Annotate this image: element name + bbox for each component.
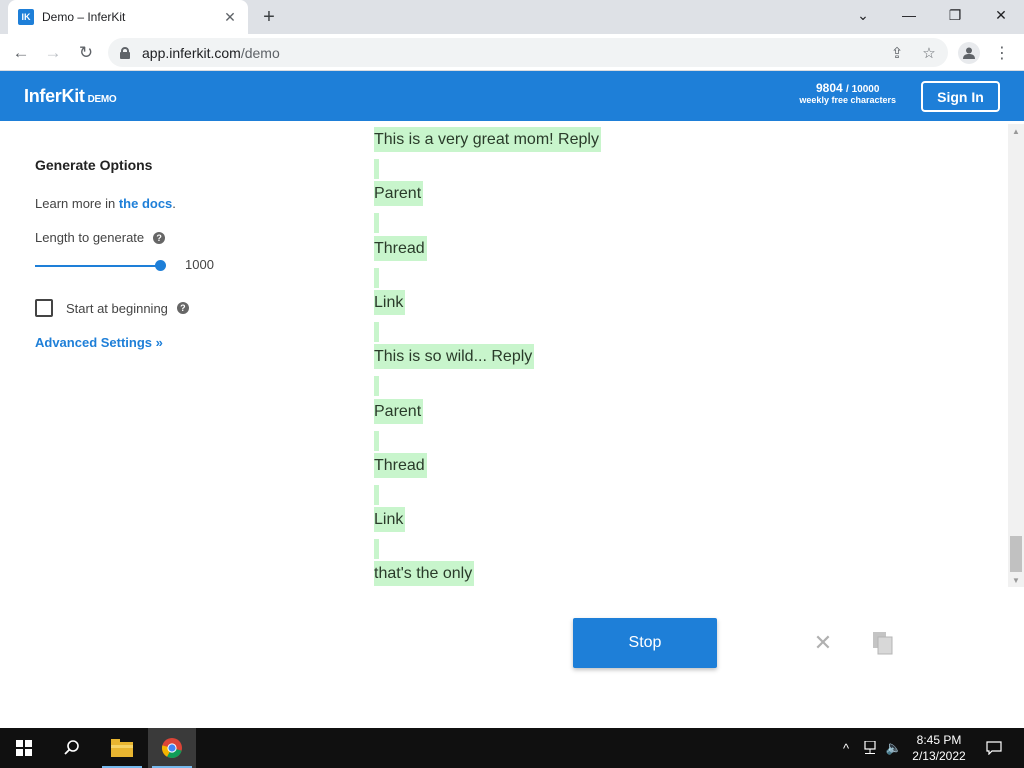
copy-icon[interactable] [872,631,894,655]
restore-icon[interactable]: ❐ [932,0,978,30]
output-blank-line [374,159,379,179]
browser-tab[interactable]: IK Demo – InferKit ✕ [8,0,248,34]
app-header: InferKit DEMO 9804 / 10000 weekly free ch… [0,71,1024,121]
length-label: Length to generate ? [35,230,166,245]
minimize-icon[interactable]: — [886,0,932,30]
tray-chevron-icon[interactable]: ^ [838,740,854,756]
output-blank-line [374,484,379,505]
taskbar-clock[interactable]: 8:45 PM 2/13/2022 [900,732,978,764]
output-line: Link [374,507,406,533]
options-title: Generate Options [35,157,153,173]
quota-total: / 10000 [846,84,880,95]
start-at-beginning-row: Start at beginning ? [35,299,189,317]
output-line: This is a very great mom! Reply [374,127,601,152]
notifications-icon[interactable] [984,740,1004,756]
output-line: Thread [374,452,427,478]
scroll-thumb[interactable] [1010,536,1022,572]
quota-description: weekly free characters [799,95,896,105]
output-line: Link [374,289,406,315]
output-blank-line [374,376,379,397]
tab-search-icon[interactable]: ⌄ [840,0,886,30]
advanced-settings-link[interactable]: Advanced Settings » [35,335,163,350]
slider-track [35,265,161,267]
browser-toolbar: ← → ↻ app.inferkit.com/demo ⇪ ☆ ⋮ [0,34,1024,71]
start-at-beginning-checkbox[interactable] [35,299,53,317]
lock-icon [120,46,130,59]
slider-thumb[interactable] [155,260,166,271]
output-scrollbar[interactable]: ▲ ▼ [1008,124,1024,587]
output-blank-line [374,267,379,288]
learn-more-text: Learn more in the docs. [35,196,176,211]
start-help-icon[interactable]: ? [176,302,189,314]
close-window-icon[interactable]: ✕ [978,0,1024,30]
output-blank-line [374,321,379,342]
stop-button[interactable]: Stop [573,618,717,668]
clear-icon[interactable]: ✕ [813,630,833,655]
length-help-icon[interactable]: ? [153,231,166,244]
start-at-beginning-label: Start at beginning [66,300,168,316]
network-icon[interactable] [862,740,878,756]
scroll-down-icon[interactable]: ▼ [1008,573,1024,587]
reload-icon[interactable]: ↻ [73,40,99,66]
browser-tab-strip: IK Demo – InferKit ✕ + ⌄ — ❐ ✕ [0,0,1024,34]
close-tab-icon[interactable]: ✕ [222,9,238,25]
output-line: Parent [374,181,424,207]
share-icon[interactable]: ⇪ [888,44,906,62]
output-blank-line [374,539,379,560]
brand-logo[interactable]: InferKit DEMO [24,86,117,107]
forward-icon[interactable]: → [40,40,66,66]
output-line: This is so wild... Reply [374,344,535,370]
profile-avatar-icon[interactable] [958,42,980,64]
browser-menu-icon[interactable]: ⋮ [994,42,1010,64]
generated-output[interactable]: This is a very great mom! Reply Parent Thr… [374,124,1004,596]
output-line: Thread [374,235,427,261]
url-text: app.inferkit.com/demo [142,44,280,61]
docs-link[interactable]: the docs [119,196,172,211]
start-icon[interactable] [0,728,48,768]
address-bar[interactable]: app.inferkit.com/demo ⇪ ☆ [108,38,948,67]
bookmark-star-icon[interactable]: ☆ [920,44,938,62]
clock-time: 8:45 PM [916,733,962,747]
length-slider[interactable] [35,259,166,273]
quota-counter: 9804 / 10000 weekly free characters [799,81,896,105]
output-line: that's the only [374,561,475,587]
tab-title: Demo – InferKit [42,10,126,24]
file-explorer-icon[interactable] [98,728,146,768]
quota-used: 9804 [816,81,843,95]
windows-taskbar: ^ 🔈 8:45 PM 2/13/2022 [0,728,1024,768]
length-value: 1000 [185,257,214,272]
output-blank-line [374,430,379,451]
sign-in-button[interactable]: Sign In [921,81,1000,112]
scroll-up-icon[interactable]: ▲ [1008,124,1024,138]
new-tab-icon[interactable]: + [258,6,280,28]
inferkit-favicon-icon: IK [18,9,34,25]
back-icon[interactable]: ← [8,40,34,66]
output-blank-line [374,213,379,234]
chrome-taskbar-icon[interactable] [148,728,196,768]
output-line: Parent [374,398,424,424]
search-icon[interactable] [48,728,96,768]
clock-date: 2/13/2022 [912,749,966,763]
